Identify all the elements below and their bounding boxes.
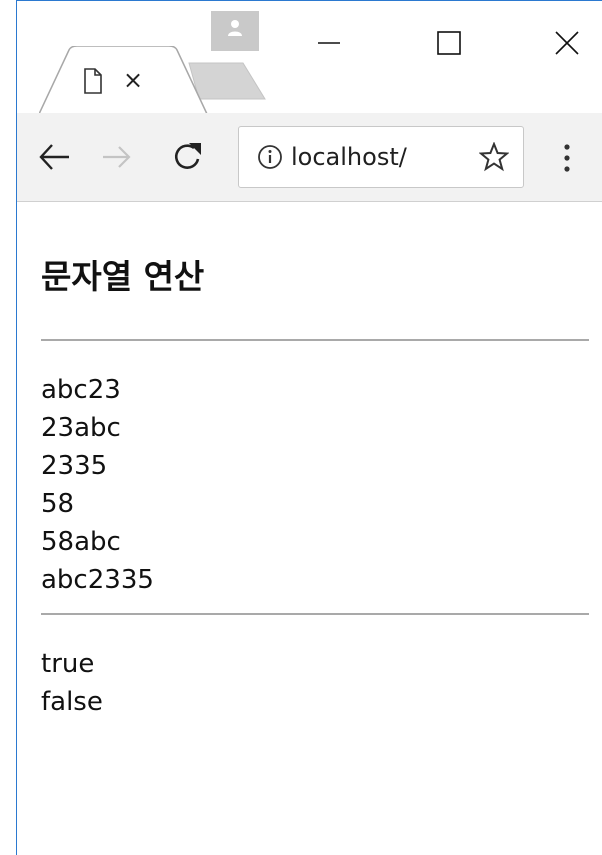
browser-window: × localhost/ 문자열 연산 abc23 23abc 2335 58 … xyxy=(16,0,602,855)
divider xyxy=(41,339,589,341)
output-line: 58 xyxy=(41,489,75,519)
info-icon[interactable] xyxy=(257,144,283,170)
output-line: 58abc xyxy=(41,527,121,557)
page-content: 문자열 연산 abc23 23abc 2335 58 58abc abc2335… xyxy=(41,201,589,721)
output-line: false xyxy=(41,687,103,717)
close-icon[interactable] xyxy=(547,23,587,63)
result-block-1: abc23 23abc 2335 58 58abc abc2335 xyxy=(41,371,589,599)
profile-icon xyxy=(228,20,242,36)
divider xyxy=(41,613,589,615)
title-bar: × xyxy=(17,1,602,116)
address-bar[interactable]: localhost/ xyxy=(238,126,524,188)
page-title: 문자열 연산 xyxy=(41,257,205,296)
result-block-2: true false xyxy=(41,645,589,721)
profile-button[interactable] xyxy=(211,11,259,51)
output-line: 23abc xyxy=(41,413,121,443)
maximize-icon[interactable] xyxy=(429,23,469,63)
output-line: abc23 xyxy=(41,375,121,405)
tab-active[interactable]: × xyxy=(39,46,209,116)
forward-arrow-icon[interactable] xyxy=(97,137,137,177)
output-line: abc2335 xyxy=(41,565,154,595)
reload-icon[interactable] xyxy=(167,137,207,177)
url-text[interactable]: localhost/ xyxy=(291,143,477,171)
page-icon xyxy=(84,68,102,94)
kebab-menu-icon[interactable] xyxy=(561,143,573,173)
output-line: true xyxy=(41,649,95,679)
minimize-icon[interactable] xyxy=(309,23,349,63)
tab-close-button[interactable]: × xyxy=(123,66,143,94)
back-arrow-icon[interactable] xyxy=(35,137,75,177)
browser-toolbar: localhost/ xyxy=(17,113,602,202)
output-line: 2335 xyxy=(41,451,108,481)
star-icon[interactable] xyxy=(479,142,509,172)
